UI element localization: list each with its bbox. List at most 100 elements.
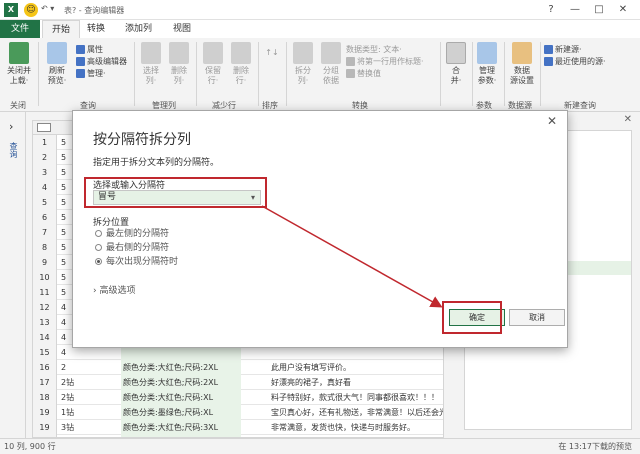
group-close: 关闭 xyxy=(10,101,26,110)
replace-values-icon xyxy=(346,69,355,78)
split-column-button[interactable]: 拆分 列· xyxy=(290,42,316,86)
minimize-button[interactable]: — xyxy=(564,2,586,18)
advanced-editor-label: 高级编辑器 xyxy=(87,57,127,66)
table-menu-icon[interactable] xyxy=(37,123,51,132)
annotation-highlight-delimiter xyxy=(84,177,267,208)
table-row[interactable]: 18 2钻 颜色分类:大红色;尺码:XL 料子特别好，款式很大气！同事都很喜欢！！！ xyxy=(33,390,443,405)
manage-label: 管理· xyxy=(87,69,106,78)
properties-icon xyxy=(76,45,85,54)
close-load-button[interactable]: 关闭并 上载· xyxy=(4,42,34,86)
advanced-editor-icon xyxy=(76,57,85,66)
radio-leftmost-label: 最左侧的分隔符 xyxy=(106,229,170,239)
tab-transform[interactable]: 转换 xyxy=(78,20,114,38)
recent-sources-button[interactable]: 最近使用的源· xyxy=(544,56,606,67)
recent-sources-icon xyxy=(544,57,553,66)
status-right: 在 13:17下载的预览 xyxy=(558,442,632,451)
feedback-smiley-icon[interactable]: ☺ xyxy=(24,3,38,17)
remove-rows-label: 删除 行· xyxy=(233,66,249,85)
choose-columns-icon xyxy=(141,42,161,64)
cell-comment: 好漂亮的裙子，真好看 xyxy=(271,378,351,387)
choose-columns-button[interactable]: 选择 列· xyxy=(138,42,164,86)
manage-parameters-button[interactable]: 管理 参数· xyxy=(474,42,500,86)
help-button[interactable]: ? xyxy=(540,2,562,18)
cell-rating: 2 xyxy=(61,363,67,372)
parameters-icon xyxy=(477,42,497,64)
dialog-close-icon[interactable]: ✕ xyxy=(547,114,557,128)
remove-rows-button[interactable]: 删除 行· xyxy=(228,42,254,86)
radio-rightmost[interactable]: 最右侧的分隔符 xyxy=(95,243,169,254)
advanced-options-label: 高级选项 xyxy=(99,286,136,296)
radio-each-occurrence[interactable]: 每次出现分隔符时 xyxy=(95,257,178,268)
row-number: 16 xyxy=(33,360,57,375)
data-type-dropdown[interactable]: 数据类型: 文本· xyxy=(346,44,402,55)
sort-button[interactable]: ↑↓ xyxy=(262,48,282,58)
new-source-label: 新建源· xyxy=(555,45,582,54)
cell-rating: 2钻 xyxy=(61,393,75,402)
row-number: 4 xyxy=(33,180,57,195)
manage-button[interactable]: 管理· xyxy=(76,68,106,79)
cell-sku: 颜色分类:墨绿色;尺码:XL xyxy=(121,405,241,420)
table-row[interactable]: 19 1钻 颜色分类:墨绿色;尺码:XL 宝贝真心好，还有礼物送，非常满意！以后还会光… xyxy=(33,405,443,420)
row-number: 1 xyxy=(33,135,57,150)
row-number: 15 xyxy=(33,345,57,360)
quick-access-toolbar[interactable]: ↶ ▾ xyxy=(41,4,54,13)
table-row[interactable]: 19 3钻 颜色分类:大红色;尺码:3XL 非常满意，发货也快，快递与时服务好。 xyxy=(33,420,443,435)
keep-rows-button[interactable]: 保留 行· xyxy=(200,42,226,86)
cell-rating: 2钻 xyxy=(61,378,75,387)
radio-each-occurrence-label: 每次出现分隔符时 xyxy=(106,257,179,267)
data-type-label: 数据类型: 文本· xyxy=(346,45,402,54)
table-row[interactable]: 17 2钻 颜色分类:大红色;尺码:2XL 好漂亮的裙子，真好看 xyxy=(33,375,443,390)
source-settings-icon xyxy=(512,42,532,64)
window-title: 表? - 查询编辑器 xyxy=(64,6,125,15)
group-new-query: 新建查询 xyxy=(564,101,596,110)
cell-rating: 1钻 xyxy=(61,408,75,417)
close-window-button[interactable]: ✕ xyxy=(612,2,634,18)
close-pane-icon[interactable]: ✕ xyxy=(624,114,632,125)
close-load-icon xyxy=(9,42,29,64)
excel-app-icon: X xyxy=(4,3,18,17)
expand-pane-chevron-icon[interactable]: › xyxy=(9,120,13,133)
ribbon-tabs: 文件 开始 转换 添加列 视图 xyxy=(0,20,640,38)
remove-columns-icon xyxy=(169,42,189,64)
refresh-label: 刷新 预览· xyxy=(47,66,67,85)
maximize-button[interactable]: □ xyxy=(588,2,610,18)
refresh-icon xyxy=(47,42,67,64)
row-number: 14 xyxy=(33,330,57,345)
annotation-highlight-ok xyxy=(442,301,502,334)
cell-sku: 颜色分类:大红色;尺码:2XL xyxy=(121,375,241,390)
split-column-icon xyxy=(293,42,313,64)
cell-sku: 颜色分类:大红色;尺码:2XL xyxy=(121,360,241,375)
tab-home[interactable]: 开始 xyxy=(42,20,81,38)
new-source-button[interactable]: 新建源· xyxy=(544,44,582,55)
refresh-preview-button[interactable]: 刷新 预览· xyxy=(42,42,72,86)
properties-button[interactable]: 属性 xyxy=(76,44,103,55)
keep-rows-icon xyxy=(203,42,223,64)
advanced-editor-button[interactable]: 高级编辑器 xyxy=(76,56,127,67)
table-row[interactable]: 16 2 颜色分类:大红色;尺码:2XL 此用户没有填写评价。 xyxy=(33,360,443,375)
advanced-options-toggle[interactable]: › 高级选项 xyxy=(93,283,136,296)
cell-sku: 颜色分类:大红色;尺码:XL xyxy=(121,390,241,405)
remove-columns-button[interactable]: 删除 列· xyxy=(166,42,192,86)
source-settings-button[interactable]: 数据 源设置 xyxy=(508,42,536,86)
replace-values-button[interactable]: 替换值 xyxy=(346,68,381,79)
new-source-icon xyxy=(544,45,553,54)
chevron-right-icon: › xyxy=(93,286,97,296)
tab-add-column[interactable]: 添加列 xyxy=(116,20,161,38)
radio-leftmost[interactable]: 最左侧的分隔符 xyxy=(95,229,169,240)
row-number: 5 xyxy=(33,195,57,210)
split-position-label: 拆分位置 xyxy=(93,218,130,228)
group-by-button[interactable]: 分组 依据 xyxy=(318,42,344,86)
first-row-header-button[interactable]: 将第一行用作标题· xyxy=(346,56,424,67)
row-number: 6 xyxy=(33,210,57,225)
properties-label: 属性 xyxy=(87,45,103,54)
status-bar: 10 列, 900 行 在 13:17下载的预览 xyxy=(0,438,640,454)
tab-view[interactable]: 视图 xyxy=(164,20,200,38)
sort-icon: ↑↓ xyxy=(265,48,279,57)
row-number: 7 xyxy=(33,225,57,240)
file-tab[interactable]: 文件 xyxy=(0,20,40,38)
cancel-button[interactable]: 取消 xyxy=(509,309,565,326)
remove-rows-icon xyxy=(231,42,251,64)
split-column-label: 拆分 列· xyxy=(295,66,311,85)
row-number: 10 xyxy=(33,270,57,285)
combine-button[interactable]: 合 并· xyxy=(444,42,468,86)
